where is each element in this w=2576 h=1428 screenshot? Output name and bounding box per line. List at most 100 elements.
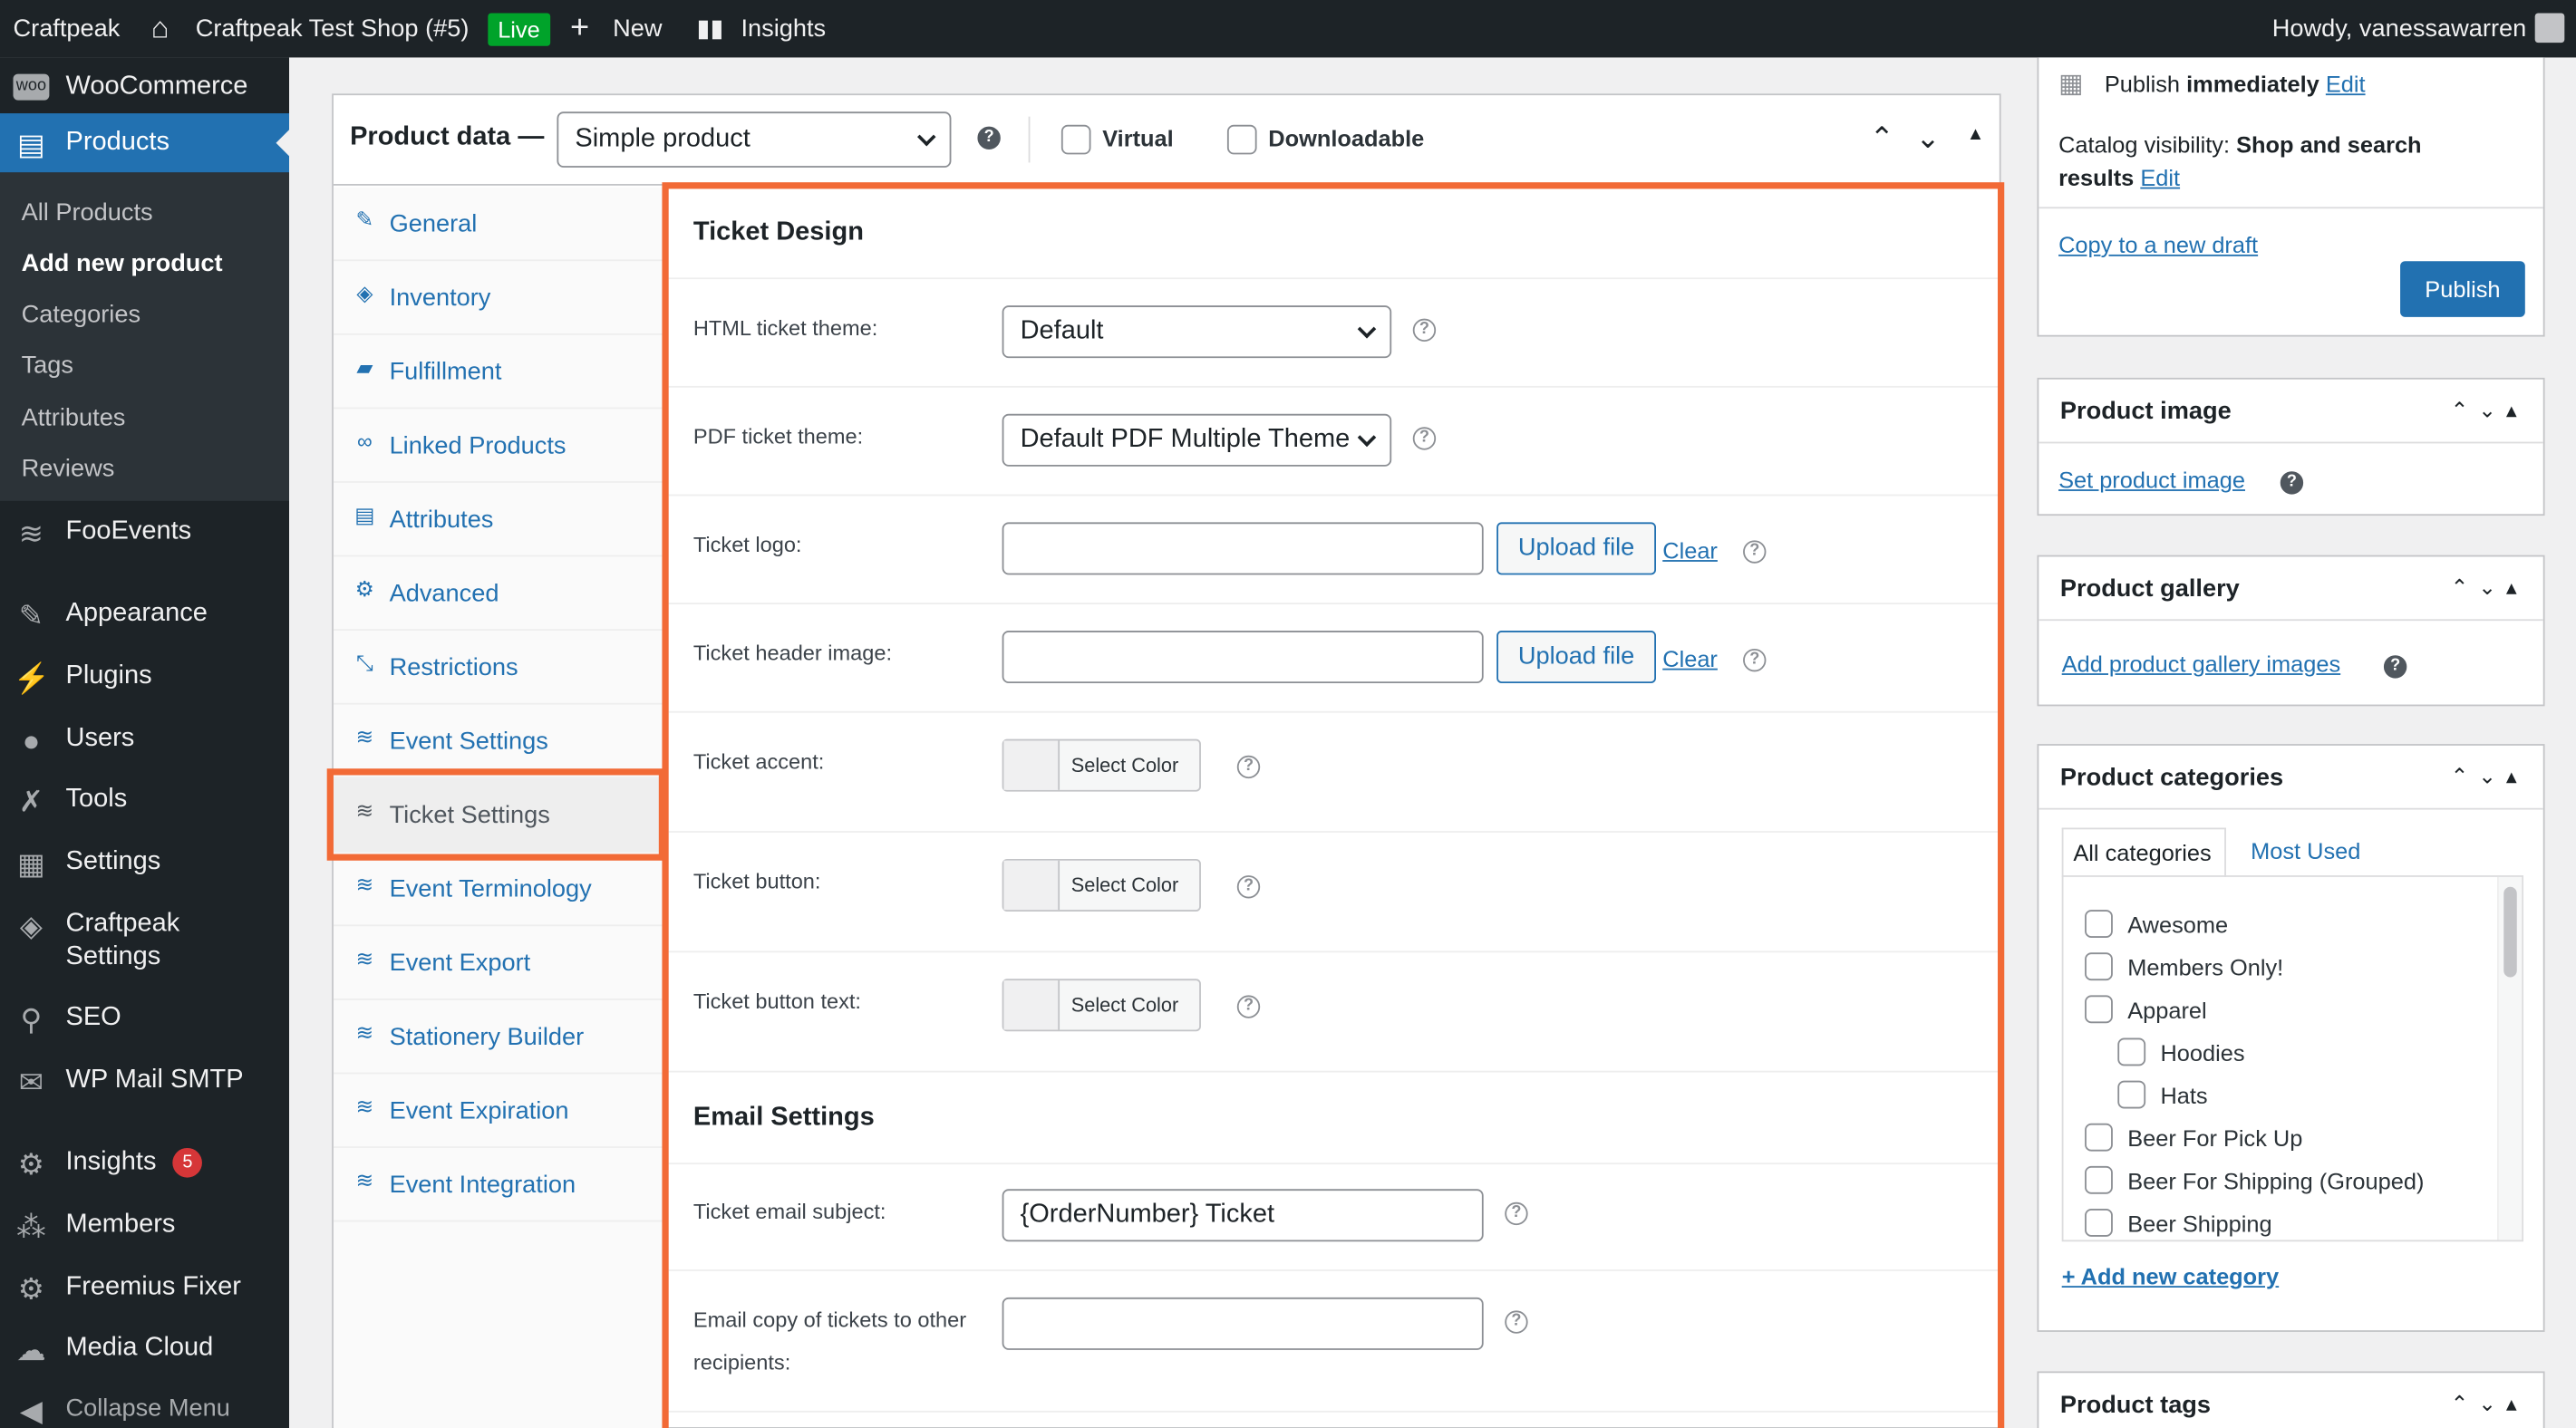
menu-fooevents[interactable]: ≋ FooEvents <box>0 503 289 562</box>
ticket-header-input[interactable] <box>1002 631 1484 683</box>
site-name-link[interactable]: Craftpeak Test Shop (#5) <box>196 0 470 57</box>
tab-attributes[interactable]: ▤ Attributes <box>333 483 664 557</box>
menu-seo[interactable]: ⚲ SEO <box>0 989 289 1047</box>
edit-schedule-link[interactable]: Edit <box>2326 71 2366 97</box>
tab-event-export[interactable]: ≋ Event Export <box>333 926 664 1000</box>
avatar[interactable] <box>2534 13 2565 43</box>
toggle-panel-icon[interactable]: ▲ <box>1967 125 1985 145</box>
upload-logo-button[interactable]: Upload file <box>1496 522 1656 575</box>
insights-link[interactable]: Insights <box>741 0 826 57</box>
help-icon[interactable]: ? <box>2280 471 2304 495</box>
add-new-category-link[interactable]: + Add new category <box>2062 1263 2279 1289</box>
help-icon[interactable]: ? <box>1743 648 1767 672</box>
category-item[interactable]: Apparel <box>2085 995 2207 1024</box>
scrollbar-thumb[interactable] <box>2503 886 2517 978</box>
downloadable-checkbox[interactable] <box>1226 124 1257 155</box>
category-checkbox[interactable] <box>2117 1037 2146 1066</box>
help-icon[interactable]: ? <box>977 126 1001 150</box>
category-checkbox[interactable] <box>2117 1080 2146 1109</box>
clear-logo-link[interactable]: Clear <box>1662 537 1718 564</box>
tab-linked-products[interactable]: ∞ Linked Products <box>333 409 664 483</box>
ticket-accent-color-picker[interactable]: Select Color <box>1002 738 1201 792</box>
category-item[interactable]: Beer For Shipping (Grouped) <box>2085 1165 2424 1194</box>
bar-chart-icon[interactable]: ▮▮ <box>697 0 724 57</box>
upload-header-button[interactable]: Upload file <box>1496 631 1656 683</box>
menu-woocommerce[interactable]: woo WooCommerce <box>0 57 289 116</box>
submenu-all-products[interactable]: All Products <box>22 198 153 227</box>
help-icon[interactable]: ? <box>1236 755 1261 779</box>
help-icon[interactable]: ? <box>1236 995 1261 1018</box>
menu-media-cloud[interactable]: ☁ Media Cloud <box>0 1318 289 1377</box>
brand-link[interactable]: Craftpeak <box>14 0 121 57</box>
html-theme-select[interactable]: Default <box>1002 305 1392 359</box>
tab-advanced[interactable]: ⚙ Advanced <box>333 556 664 631</box>
menu-plugins[interactable]: ⚡ Plugins <box>0 647 289 706</box>
menu-settings[interactable]: ▦ Settings <box>0 833 289 892</box>
help-icon[interactable]: ? <box>1412 318 1437 342</box>
menu-products[interactable]: ▤ Products <box>0 113 289 173</box>
home-icon[interactable]: ⌂ <box>151 0 169 57</box>
category-checkbox[interactable] <box>2085 1209 2113 1237</box>
help-icon[interactable]: ? <box>1505 1310 1528 1334</box>
howdy-user[interactable]: Howdy, vanessawarren <box>2272 0 2527 57</box>
category-item[interactable]: Hoodies <box>2117 1037 2245 1066</box>
menu-freemius-fixer[interactable]: ⚙ Freemius Fixer <box>0 1258 289 1317</box>
help-icon[interactable]: ? <box>1505 1201 1528 1226</box>
category-checkbox[interactable] <box>2085 1165 2113 1194</box>
submenu-tags[interactable]: Tags <box>22 352 73 380</box>
email-copy-input[interactable] <box>1002 1297 1484 1350</box>
add-gallery-images-link[interactable]: Add product gallery images <box>2062 651 2341 677</box>
menu-users[interactable]: ● Users <box>0 709 289 768</box>
category-item[interactable]: Beer Shipping <box>2085 1209 2272 1237</box>
plus-icon[interactable]: + <box>570 0 589 57</box>
submenu-add-new-product[interactable]: Add new product <box>22 250 223 278</box>
tab-event-settings[interactable]: ≋ Event Settings <box>333 705 664 779</box>
ticket-button-text-color-picker[interactable]: Select Color <box>1002 979 1201 1032</box>
category-item[interactable]: Hats <box>2117 1080 2208 1109</box>
help-icon[interactable]: ? <box>1412 427 1437 450</box>
help-icon[interactable]: ? <box>1743 540 1767 564</box>
submenu-attributes[interactable]: Attributes <box>22 404 126 432</box>
category-checkbox[interactable] <box>2085 952 2113 981</box>
box-controls[interactable]: ⌃⌄▴ <box>2451 398 2527 424</box>
menu-tools[interactable]: ✗ Tools <box>0 770 289 829</box>
edit-visibility-link[interactable]: Edit <box>2140 164 2180 190</box>
virtual-checkbox[interactable] <box>1060 124 1091 155</box>
submenu-reviews[interactable]: Reviews <box>22 455 115 483</box>
tab-fulfillment[interactable]: ▰ Fulfillment <box>333 335 664 410</box>
submenu-categories[interactable]: Categories <box>22 301 140 329</box>
publish-button[interactable]: Publish <box>2400 261 2525 317</box>
copy-to-draft-link[interactable]: Copy to a new draft <box>2058 232 2258 258</box>
category-checkbox[interactable] <box>2085 995 2113 1024</box>
collapse-menu[interactable]: ◀ Collapse Menu <box>0 1380 289 1428</box>
tab-event-terminology[interactable]: ≋ Event Terminology <box>333 853 664 927</box>
help-icon[interactable]: ? <box>1236 875 1261 899</box>
move-down-icon[interactable]: ⌄ <box>1915 121 1940 156</box>
menu-insights[interactable]: ⚙ Insights 5 <box>0 1134 289 1192</box>
pdf-theme-select[interactable]: Default PDF Multiple Theme <box>1002 413 1392 467</box>
category-item[interactable]: Members Only! <box>2085 952 2283 981</box>
menu-appearance[interactable]: ✎ Appearance <box>0 584 289 643</box>
menu-members[interactable]: ⁂ Members <box>0 1196 289 1255</box>
box-controls[interactable]: ⌃⌄▴ <box>2451 1391 2527 1417</box>
clear-header-link[interactable]: Clear <box>1662 645 1718 671</box>
box-controls[interactable]: ⌃⌄▴ <box>2451 764 2527 790</box>
category-item[interactable]: Beer For Pick Up <box>2085 1123 2302 1152</box>
tab-restrictions[interactable]: ⤡ Restrictions <box>333 631 664 705</box>
tab-event-integration[interactable]: ≋ Event Integration <box>333 1148 664 1222</box>
tab-inventory[interactable]: ◈ Inventory <box>333 261 664 335</box>
category-checkbox[interactable] <box>2085 910 2113 938</box>
tab-general[interactable]: ✎ General <box>333 188 664 262</box>
ticket-logo-input[interactable] <box>1002 522 1484 575</box>
tab-event-expiration[interactable]: ≋ Event Expiration <box>333 1074 664 1148</box>
help-icon[interactable]: ? <box>2383 655 2407 679</box>
set-product-image-link[interactable]: Set product image <box>2058 467 2245 493</box>
menu-wp-mail-smtp[interactable]: ✉ WP Mail SMTP <box>0 1051 289 1110</box>
category-checkbox[interactable] <box>2085 1123 2113 1152</box>
product-type-select[interactable]: Simple product <box>557 111 952 168</box>
tab-ticket-settings[interactable]: ≋ Ticket Settings <box>333 778 664 853</box>
email-subject-input[interactable]: {OrderNumber} Ticket <box>1002 1189 1484 1242</box>
move-up-icon[interactable]: ⌃ <box>1870 121 1894 156</box>
ticket-button-color-picker[interactable]: Select Color <box>1002 858 1201 912</box>
tab-most-used[interactable]: Most Used <box>2251 837 2360 864</box>
